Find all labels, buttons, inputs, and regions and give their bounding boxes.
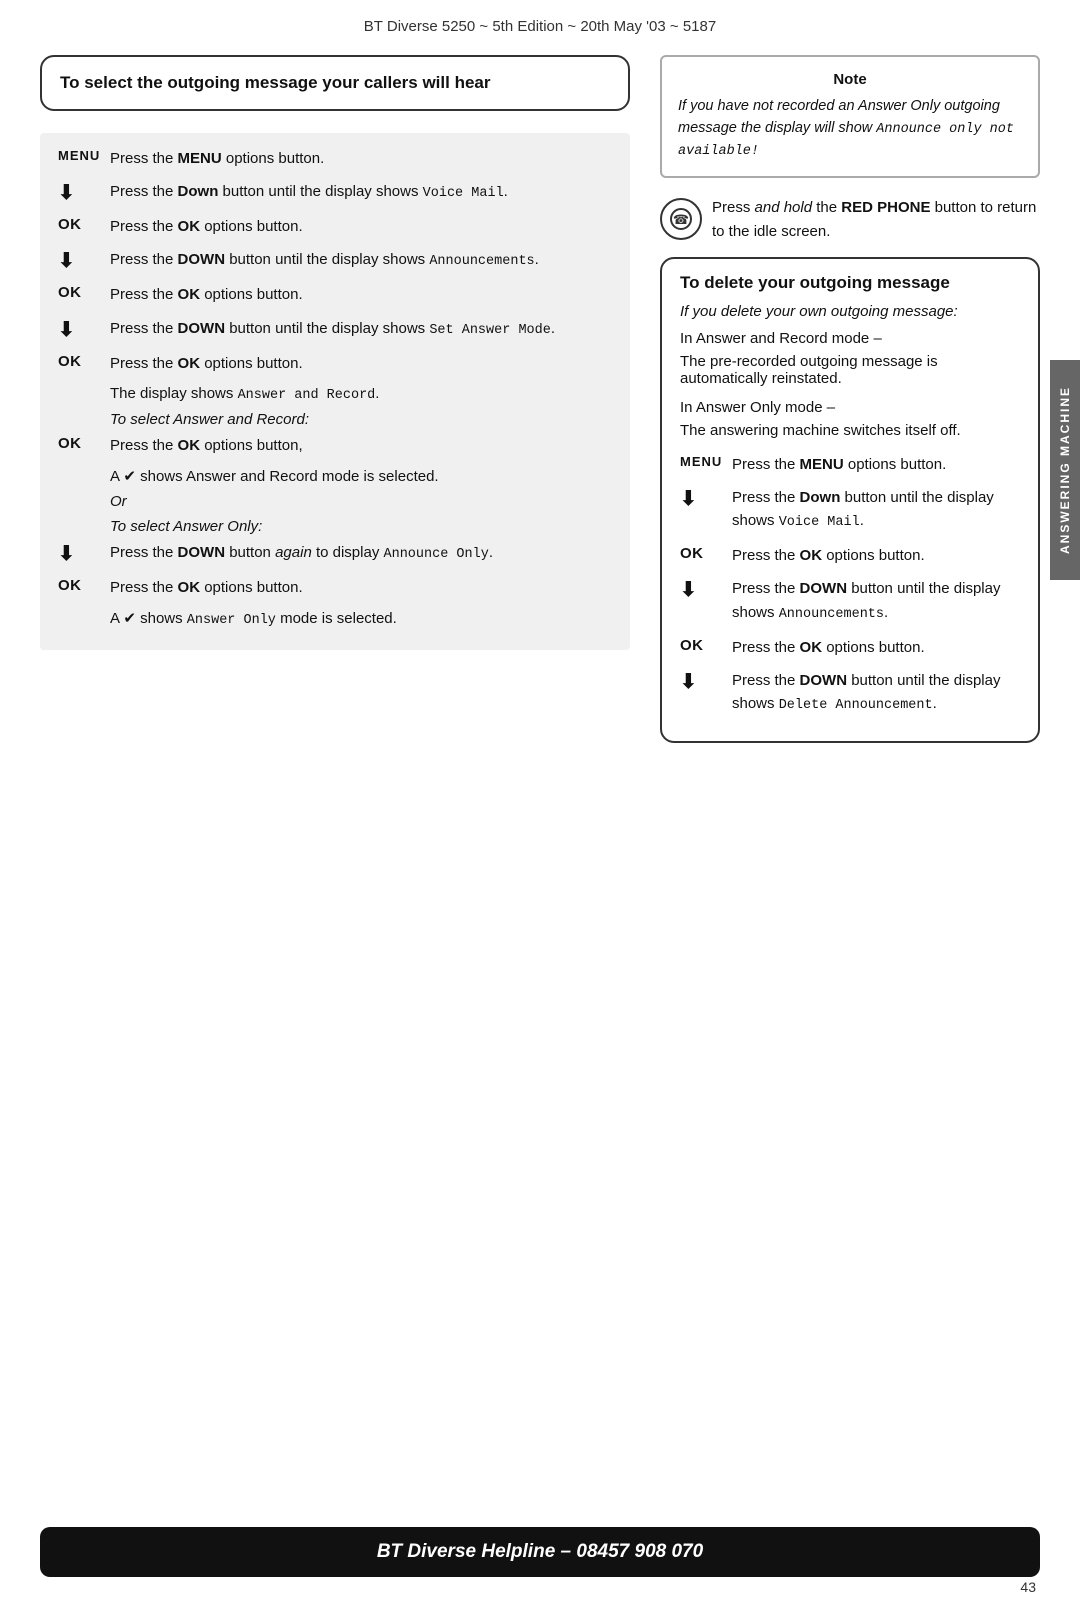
check-shows: A ✔ shows Answer and Record mode is sele… — [110, 467, 612, 485]
left-title-box: To select the outgoing message your call… — [40, 55, 630, 111]
instr-right-ok-2: OK Press the OK options button. — [680, 636, 1020, 659]
right-column: Note If you have not recorded an Answer … — [660, 55, 1040, 759]
instr-ok-5: OK Press the OK options button. — [58, 576, 612, 599]
instr-down-4: ⬇ Press the DOWN button again to display… — [58, 541, 612, 566]
instr-right-down-3: ⬇ Press the DOWN button until the displa… — [680, 669, 1020, 717]
down-arrow-4: ⬇ — [58, 541, 110, 566]
answer-only-desc: The answering machine switches itself of… — [680, 422, 1020, 439]
display-shows: The display shows Answer and Record. — [110, 385, 612, 403]
phone-svg: ☎ — [670, 208, 692, 230]
note-title: Note — [678, 71, 1022, 88]
instr-right-down-1: ⬇ Press the Down button until the displa… — [680, 486, 1020, 534]
page-header: BT Diverse 5250 ~ 5th Edition ~ 20th May… — [0, 0, 1080, 45]
or-text: Or — [110, 493, 612, 510]
instr-ok-2-text: Press the OK options button. — [110, 283, 612, 306]
right-down-arrow-3: ⬇ — [680, 669, 732, 694]
check-only: A ✔ shows Answer Only mode is selected. — [110, 609, 612, 628]
instr-down-2: ⬇ Press the DOWN button until the displa… — [58, 248, 612, 273]
to-select-answer-only: To select Answer Only: — [110, 518, 612, 535]
ok-label-3: OK — [58, 352, 110, 370]
delete-intro: If you delete your own outgoing message: — [680, 303, 1020, 320]
answer-only-mode: In Answer Only mode – — [680, 399, 1020, 416]
to-select-answer-record: To select Answer and Record: — [110, 411, 612, 428]
instr-ok-3-text: Press the OK options button. — [110, 352, 612, 375]
page-number: 43 — [1020, 1579, 1036, 1595]
right-down-arrow-1: ⬇ — [680, 486, 732, 511]
phone-icon: ☎ — [660, 198, 702, 240]
left-column: To select the outgoing message your call… — [40, 55, 630, 650]
instr-ok-2: OK Press the OK options button. — [58, 283, 612, 306]
down-arrow-3: ⬇ — [58, 317, 110, 342]
right-menu-label: MENU — [680, 453, 732, 469]
instr-menu-1-text: Press the MENU options button. — [110, 147, 612, 170]
menu-label-1: MENU — [58, 147, 110, 163]
delete-box: To delete your outgoing message If you d… — [660, 257, 1040, 743]
instr-down-1: ⬇ Press the Down button until the displa… — [58, 180, 612, 205]
instr-right-ok-2-text: Press the OK options button. — [732, 636, 1020, 659]
ok-label-2: OK — [58, 283, 110, 301]
instr-right-menu-text: Press the MENU options button. — [732, 453, 1020, 476]
phone-instruction-text: Press and hold the RED PHONE button to r… — [712, 196, 1040, 243]
bottom-bar: BT Diverse Helpline – 08457 908 070 — [40, 1527, 1040, 1577]
instr-right-ok-1-text: Press the OK options button. — [732, 544, 1020, 567]
note-text: If you have not recorded an Answer Only … — [678, 96, 1022, 162]
down-arrow-1: ⬇ — [58, 180, 110, 205]
note-box: Note If you have not recorded an Answer … — [660, 55, 1040, 178]
instr-right-ok-1: OK Press the OK options button. — [680, 544, 1020, 567]
instr-down-4-text: Press the DOWN button again to display A… — [110, 541, 612, 566]
instr-ok-3: OK Press the OK options button. — [58, 352, 612, 375]
right-ok-label-1: OK — [680, 544, 732, 562]
instr-menu-1: MENU Press the MENU options button. — [58, 147, 612, 170]
instr-right-down-2: ⬇ Press the DOWN button until the displa… — [680, 577, 1020, 625]
phone-icon-row: ☎ Press and hold the RED PHONE button to… — [660, 196, 1040, 243]
instr-right-menu: MENU Press the MENU options button. — [680, 453, 1020, 476]
instr-right-down-3-text: Press the DOWN button until the display … — [732, 669, 1020, 717]
instr-ok-4: OK Press the OK options button, — [58, 434, 612, 457]
answer-record-desc: The pre-recorded outgoing message is aut… — [680, 353, 1020, 387]
side-tab: ANSWERING MACHINE — [1050, 360, 1080, 580]
instr-ok-4-text: Press the OK options button, — [110, 434, 612, 457]
header-title: BT Diverse 5250 ~ 5th Edition ~ 20th May… — [364, 18, 716, 35]
right-ok-label-2: OK — [680, 636, 732, 654]
instr-down-2-text: Press the DOWN button until the display … — [110, 248, 612, 273]
instr-down-3-text: Press the DOWN button until the display … — [110, 317, 612, 342]
ok-label-5: OK — [58, 576, 110, 594]
instr-ok-1-text: Press the OK options button. — [110, 215, 612, 238]
right-down-arrow-2: ⬇ — [680, 577, 732, 602]
svg-text:☎: ☎ — [673, 212, 689, 227]
left-title-text: To select the outgoing message your call… — [60, 73, 490, 92]
instr-right-down-2-text: Press the DOWN button until the display … — [732, 577, 1020, 625]
instr-down-3: ⬇ Press the DOWN button until the displa… — [58, 317, 612, 342]
ok-label-1: OK — [58, 215, 110, 233]
instr-ok-5-text: Press the OK options button. — [110, 576, 612, 599]
instr-right-down-1-text: Press the Down button until the display … — [732, 486, 1020, 534]
answer-record-mode: In Answer and Record mode – — [680, 330, 1020, 347]
instr-down-1-text: Press the Down button until the display … — [110, 180, 612, 205]
left-instructions-bg: MENU Press the MENU options button. ⬇ Pr… — [40, 133, 630, 651]
ok-label-4: OK — [58, 434, 110, 452]
delete-box-title: To delete your outgoing message — [680, 273, 1020, 293]
down-arrow-2: ⬇ — [58, 248, 110, 273]
instr-ok-1: OK Press the OK options button. — [58, 215, 612, 238]
